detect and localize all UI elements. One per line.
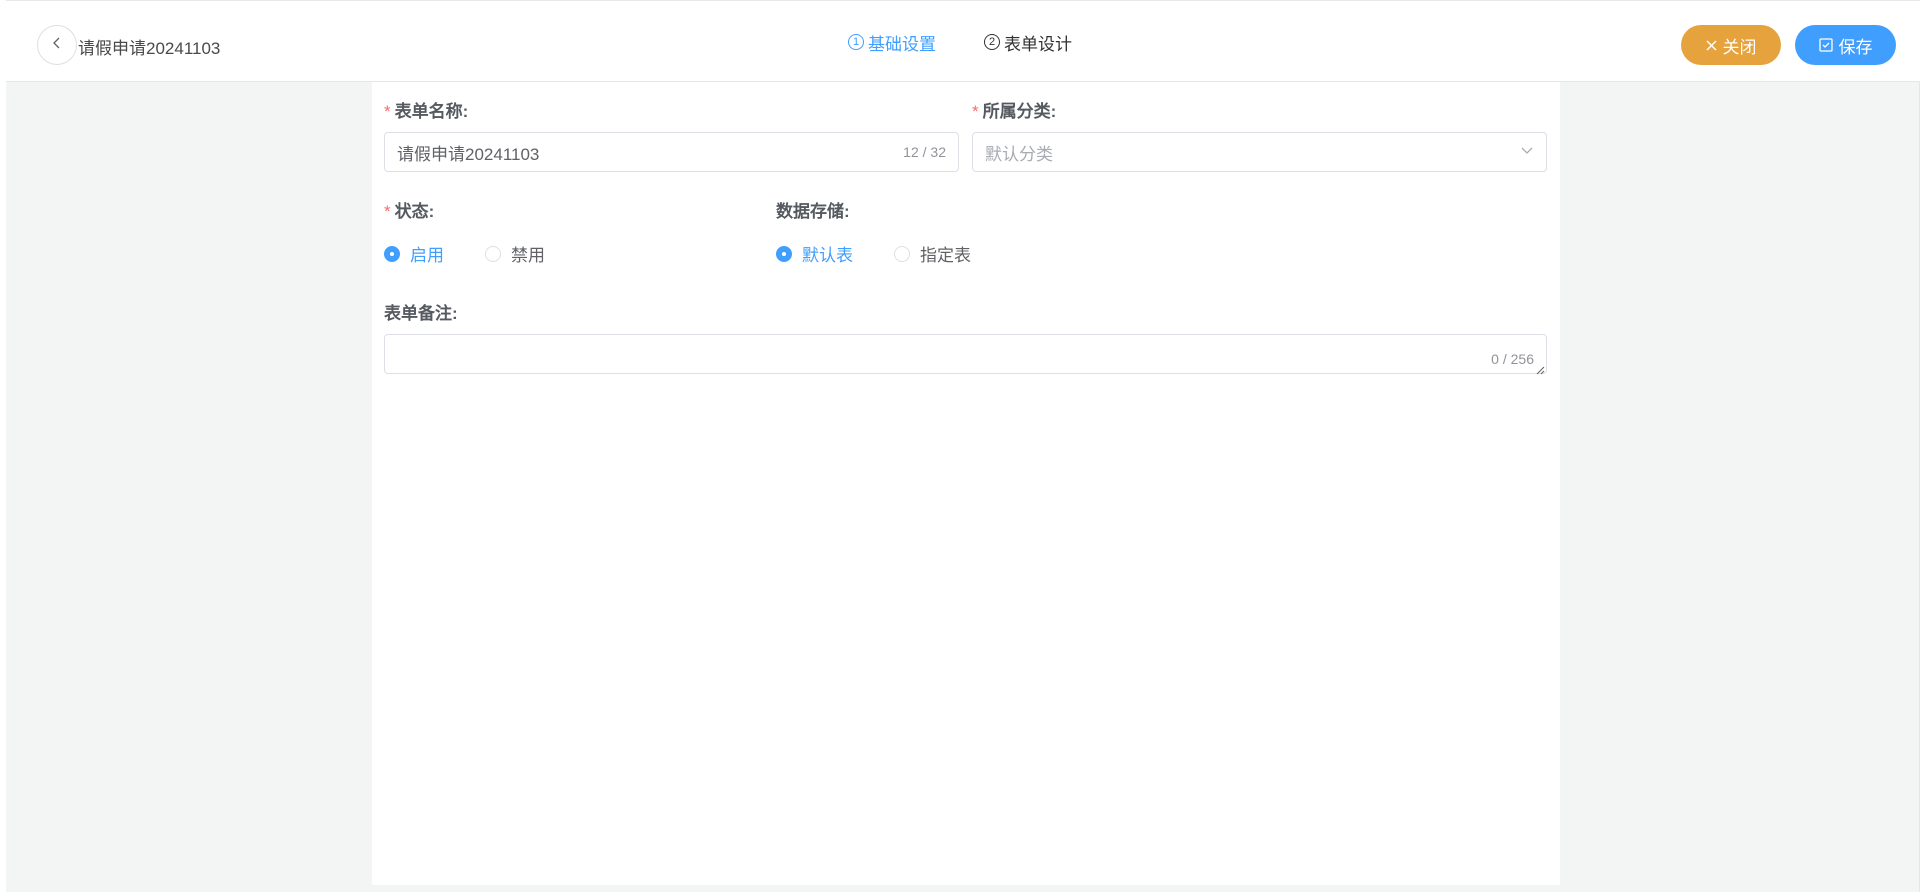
storage-radio-default-table[interactable]: 默认表 [776, 241, 853, 266]
step-number-1: 1 [848, 34, 864, 50]
remark-textarea[interactable]: 0 / 256 [384, 334, 1547, 375]
top-header: 请假申请20241103 1 基础设置 2 表单设计 关闭 保存 [6, 0, 1920, 84]
tab-label: 基础设置 [868, 34, 936, 54]
form-name-input[interactable]: 请假申请20241103 12 / 32 [384, 132, 959, 172]
radio-indicator [485, 245, 501, 262]
save-button-label: 保存 [1838, 37, 1873, 57]
remark-counter: 0 / 256 [1491, 351, 1534, 367]
radio-indicator [894, 245, 910, 262]
close-icon [1705, 39, 1717, 51]
close-button[interactable]: 关闭 [1681, 25, 1781, 65]
save-icon [1818, 38, 1833, 52]
step-number-2: 2 [984, 34, 1000, 50]
status-radio-disabled[interactable]: 禁用 [485, 241, 545, 266]
radio-indicator [384, 245, 400, 262]
radio-label: 默认表 [802, 246, 853, 265]
app-frame: 请假申请20241103 1 基础设置 2 表单设计 关闭 保存 * 表单名称:… [0, 0, 1920, 892]
required-mark: * [972, 102, 979, 121]
page-title: 请假申请20241103 [78, 39, 221, 58]
save-button[interactable]: 保存 [1795, 25, 1896, 65]
storage-radio-specified-table[interactable]: 指定表 [894, 241, 971, 266]
storage-label: 数据存储: [776, 202, 850, 221]
category-placeholder: 默认分类 [985, 144, 1053, 164]
radio-label: 禁用 [511, 246, 545, 265]
step-tabs: 1 基础设置 2 表单设计 [824, 1, 1096, 84]
chevron-left-icon [51, 36, 63, 54]
tab-label: 表单设计 [1004, 34, 1072, 54]
form-panel: * 表单名称: 请假申请20241103 12 / 32 * 所属分类: 默认分类 … [372, 82, 1560, 885]
required-mark: * [384, 202, 391, 221]
form-name-value: 请假申请20241103 [397, 144, 540, 164]
status-label: * 状态: [384, 202, 435, 221]
radio-label: 指定表 [920, 246, 971, 265]
chevron-down-icon [1520, 142, 1534, 162]
radio-indicator [776, 245, 792, 262]
form-name-label: * 表单名称: [384, 102, 469, 121]
radio-label: 启用 [410, 246, 444, 265]
category-label: * 所属分类: [972, 102, 1057, 121]
status-radio-enabled[interactable]: 启用 [384, 241, 444, 266]
back-button[interactable] [37, 25, 77, 65]
form-name-counter: 12 / 32 [903, 144, 946, 160]
resize-grip-icon[interactable] [1535, 362, 1545, 375]
required-mark: * [384, 102, 391, 121]
category-select[interactable]: 默认分类 [972, 132, 1547, 172]
tab-form-design[interactable]: 2 表单设计 [960, 1, 1096, 83]
close-button-label: 关闭 [1722, 37, 1757, 57]
remark-label: 表单备注: [384, 304, 458, 323]
tab-basic-settings[interactable]: 1 基础设置 [824, 1, 960, 84]
